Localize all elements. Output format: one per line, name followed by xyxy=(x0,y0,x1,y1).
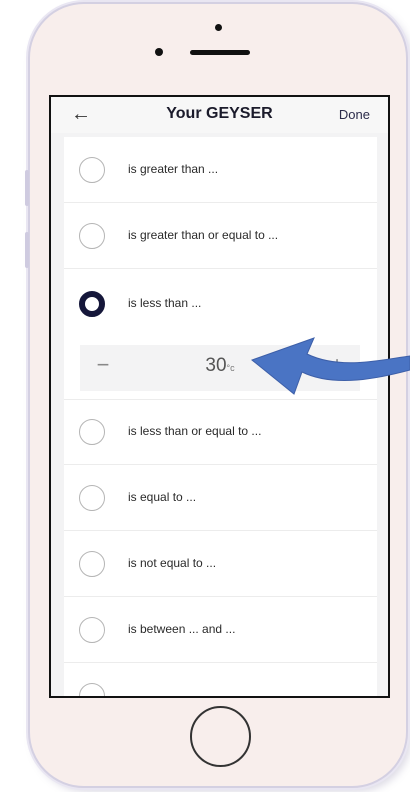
option-label: is not equal to ... xyxy=(128,555,217,570)
option-label: is between ... and ... xyxy=(128,621,236,636)
temperature-unit: °c xyxy=(226,363,235,373)
radio-button[interactable] xyxy=(79,222,105,249)
option-less-than[interactable]: is less than ... xyxy=(64,269,377,339)
radio-button[interactable] xyxy=(79,156,105,183)
option-partial[interactable] xyxy=(64,663,377,696)
option-label: is greater than or equal to ... xyxy=(128,227,279,242)
option-label: is equal to ... xyxy=(128,489,197,504)
option-not-equal[interactable]: is not equal to ... xyxy=(64,531,377,597)
home-button[interactable] xyxy=(190,706,251,767)
option-label: is less than ... xyxy=(128,296,202,310)
temperature-number: 30 xyxy=(205,355,227,376)
phone-side-button xyxy=(25,170,29,206)
radio-button[interactable] xyxy=(79,616,105,643)
option-greater-than[interactable]: is greater than ... xyxy=(64,137,377,203)
phone-speaker xyxy=(190,50,250,55)
option-between[interactable]: is between ... and ... xyxy=(64,597,377,663)
option-equal[interactable]: is equal to ... xyxy=(64,465,377,531)
radio-button[interactable] xyxy=(79,550,105,577)
arrow-left-icon[interactable]: ← xyxy=(71,102,91,126)
radio-button[interactable] xyxy=(79,419,105,445)
annotation-arrow-icon xyxy=(250,337,410,395)
nav-bar: ← Your GEYSER Done xyxy=(51,97,388,133)
radio-button-selected[interactable] xyxy=(79,291,105,317)
radio-button[interactable] xyxy=(79,683,105,696)
page-title: Your GEYSER xyxy=(166,105,273,122)
done-button[interactable]: Done xyxy=(339,107,370,122)
option-greater-than-or-equal[interactable]: is greater than or equal to ... xyxy=(64,203,377,269)
minus-icon[interactable]: − xyxy=(90,352,116,378)
phone-front-camera xyxy=(155,48,163,56)
option-label: is greater than ... xyxy=(128,161,219,176)
radio-button[interactable] xyxy=(79,484,105,511)
phone-side-button xyxy=(25,232,29,268)
phone-camera xyxy=(215,24,222,31)
